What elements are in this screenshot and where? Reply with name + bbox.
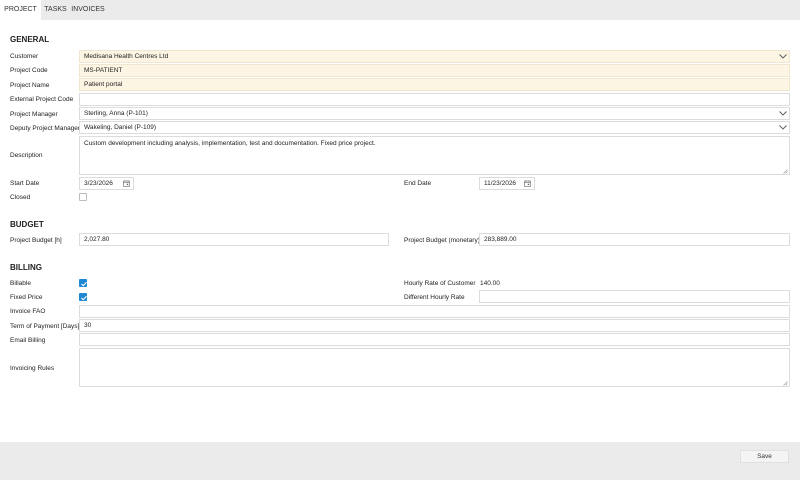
closed-label: Closed [10, 194, 31, 201]
project-budget-monetary-input[interactable]: 283,889.00 [479, 233, 790, 246]
check-icon [81, 281, 87, 287]
hourly-rate-value: 140.00 [480, 280, 500, 287]
email-billing-label: Email Billing [10, 337, 46, 344]
calendar-icon[interactable] [121, 178, 133, 189]
start-date-input[interactable]: 3/23/2026 [79, 177, 134, 190]
project-code-input[interactable]: MS-PATIENT [79, 64, 790, 77]
save-button[interactable]: Save [740, 450, 789, 463]
end-date-value: 11/23/2026 [484, 180, 517, 187]
term-of-payment-label: Term of Payment [Days] [10, 323, 80, 330]
description-value: Custom development including analysis, i… [84, 140, 376, 147]
project-manager-select[interactable]: Sterling, Anna (P-101) [79, 107, 790, 120]
project-manager-label: Project Manager [10, 111, 58, 118]
project-code-value: MS-PATIENT [84, 67, 123, 74]
email-billing-input[interactable] [79, 333, 790, 346]
start-date-label: Start Date [10, 180, 40, 187]
start-date-value: 3/23/2026 [84, 180, 113, 187]
closed-checkbox[interactable] [79, 193, 87, 201]
project-budget-monetary-label: Project Budget (monetary) [404, 237, 480, 244]
different-hourly-rate-label: Different Hourly Rate [404, 294, 465, 301]
tab-bar: PROJECT TASKS INVOICES [0, 0, 800, 20]
deputy-project-manager-select[interactable]: Wakeling, Daniel (P-109) [79, 121, 790, 134]
invoicing-rules-textarea[interactable] [79, 348, 790, 387]
customer-value: Medisana Health Centres Ltd [84, 53, 169, 60]
customer-select[interactable]: Medisana Health Centres Ltd [79, 50, 790, 63]
chevron-down-icon[interactable] [777, 51, 789, 62]
end-date-label: End Date [404, 180, 432, 187]
deputy-project-manager-label: Deputy Project Manager [10, 125, 81, 132]
section-title-budget: BUDGET [10, 220, 44, 229]
billable-label: Billable [10, 280, 31, 287]
calendar-icon[interactable] [522, 178, 534, 189]
section-title-billing: BILLING [10, 263, 42, 272]
resize-handle-icon[interactable] [783, 168, 788, 174]
customer-label: Customer [10, 53, 39, 60]
chevron-down-icon[interactable] [777, 122, 789, 133]
tab-invoices[interactable]: INVOICES [70, 0, 106, 20]
term-of-payment-input[interactable]: 30 [79, 319, 790, 332]
project-name-input[interactable]: Patient portal [79, 78, 790, 91]
deputy-project-manager-value: Wakeling, Daniel (P-109) [84, 124, 157, 131]
hourly-rate-label: Hourly Rate of Customer [404, 280, 476, 287]
invoicing-rules-label: Invoicing Rules [10, 365, 55, 372]
invoice-fao-input[interactable] [79, 305, 790, 318]
billable-checkbox[interactable] [79, 279, 87, 287]
description-label: Description [10, 152, 43, 159]
project-code-label: Project Code [10, 67, 48, 74]
external-project-code-label: External Project Code [10, 96, 74, 103]
term-of-payment-value: 30 [84, 322, 92, 329]
chevron-down-icon[interactable] [777, 108, 789, 119]
external-project-code-input[interactable] [79, 93, 790, 106]
project-budget-monetary-value: 283,889.00 [484, 236, 517, 243]
end-date-input[interactable]: 11/23/2026 [479, 177, 535, 190]
project-budget-hours-label: Project Budget [h] [10, 237, 62, 244]
description-textarea[interactable]: Custom development including analysis, i… [79, 136, 790, 175]
project-name-value: Patient portal [84, 81, 123, 88]
project-name-label: Project Name [10, 82, 50, 89]
project-budget-hours-value: 2,027.80 [84, 236, 110, 243]
fixed-price-label: Fixed Price [10, 294, 43, 301]
resize-handle-icon[interactable] [783, 380, 788, 386]
different-hourly-rate-input[interactable] [479, 290, 790, 303]
check-icon [81, 295, 87, 301]
section-title-general: GENERAL [10, 35, 50, 44]
invoice-fao-label: Invoice FAO [10, 308, 46, 315]
tab-tasks[interactable]: TASKS [41, 0, 70, 20]
project-budget-hours-input[interactable]: 2,027.80 [79, 233, 389, 246]
project-manager-value: Sterling, Anna (P-101) [84, 110, 148, 117]
tab-project[interactable]: PROJECT [0, 0, 41, 20]
fixed-price-checkbox[interactable] [79, 293, 87, 301]
footer-bar [0, 442, 800, 480]
